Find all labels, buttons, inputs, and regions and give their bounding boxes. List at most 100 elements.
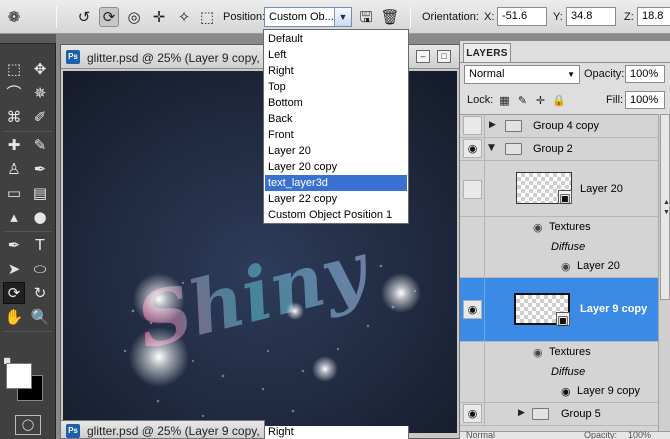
visibility-toggle-off[interactable] [463,180,482,199]
minimize-icon[interactable]: – [416,50,430,63]
position-label: Position: [223,11,266,23]
dropdown-option[interactable]: Layer 20 [265,143,407,159]
lock-all-icon[interactable]: 🔒 [552,94,566,107]
expand-arrow-icon[interactable]: ▶ [489,120,496,130]
save-position-icon[interactable]: 🖫 [356,7,376,27]
marquee-tool-icon[interactable]: ⬚ [3,58,25,80]
layers-tab[interactable]: LAYERS [463,43,511,63]
layer-name: Layer 20 [580,183,623,195]
3d-orbit-icon[interactable]: ◎ [124,7,144,27]
eye-icon[interactable]: ◉ [463,300,482,319]
zoom-tool-icon[interactable]: 🔍 [29,306,51,328]
tools-panel-grip[interactable] [0,34,56,44]
3d-slide-icon[interactable]: ✧ [174,7,194,27]
3d-rotate-tool-icon[interactable]: ⟳ [3,282,25,304]
lasso-tool-icon[interactable]: ⌒ [3,82,25,104]
gradient-tool-icon[interactable]: ▤ [29,182,51,204]
magic-wand-tool-icon[interactable]: ✵ [29,82,51,104]
y-field[interactable]: 34.8 [566,7,616,26]
eraser-tool-icon[interactable]: ▭ [3,182,25,204]
visibility-toggle-off[interactable] [463,116,482,135]
eye-icon[interactable]: ◉ [533,346,543,359]
lock-transparency-icon[interactable]: ▦ [498,94,511,107]
3d-rotate-icon[interactable]: ↺ [74,7,94,27]
eye-icon[interactable]: ◉ [463,139,482,158]
chevron-down-icon[interactable]: ▼ [334,8,351,26]
quick-mask-icon[interactable]: ◯ [15,415,41,435]
path-selection-tool-icon[interactable]: ➤ [3,258,25,280]
eye-icon[interactable]: ◉ [463,404,482,423]
dropdown-option[interactable]: Top [265,79,407,95]
dropdown-option[interactable]: Layer 22 copy [265,191,407,207]
texture-layer-row[interactable]: ◉ Layer 9 copy [460,382,670,403]
eyedropper-tool-icon[interactable]: ✐ [29,106,51,128]
pen-tool-icon[interactable]: ✒ [3,234,25,256]
dropdown-option[interactable]: Left [265,47,407,63]
eye-icon[interactable]: ◉ [533,221,543,234]
y-label: Y: [553,11,563,23]
folder-icon [505,143,522,155]
eye-icon[interactable]: ◉ [561,260,571,273]
position-select[interactable]: Custom Ob... ▼ [264,7,352,27]
crop-tool-icon[interactable]: ⌘ [3,106,25,128]
layers-scrollbar[interactable]: ▲ ▼ [658,114,670,439]
z-field[interactable]: 18.8 [637,7,670,26]
3d-camera-tool-icon[interactable]: ↻ [29,282,51,304]
textures-row[interactable]: ◉ Textures [460,217,670,239]
fill-field[interactable]: 100% [625,91,665,109]
ellipse-tool-icon[interactable]: ⬭ [29,258,51,280]
scrollbar-thumb[interactable]: ▲ ▼ [660,114,670,300]
tools-divider [4,131,52,132]
dropdown-option[interactable]: Back [265,111,407,127]
blur-tool-icon[interactable]: ▴ [3,206,25,228]
dropdown-overflow-option[interactable]: Right [264,426,409,439]
clone-stamp-tool-icon[interactable]: ♙ [3,158,25,180]
bottom-opacity-value[interactable]: 100% [628,430,651,439]
lock-pixels-icon[interactable]: ✎ [516,94,529,107]
type-tool-icon[interactable]: T [29,234,51,256]
3d-roll-icon[interactable]: ⟳ [99,7,119,27]
3d-pan-icon[interactable]: ✛ [149,7,169,27]
layer-row-layer-9-copy-selected[interactable]: ◉ ▣ Layer 9 copy [460,278,670,342]
dropdown-option-selected[interactable]: text_layer3d [265,175,407,191]
brush-tool-icon[interactable]: ✎ [29,134,51,156]
texture-layer-row[interactable]: ◉ Layer 20 [460,257,670,278]
dodge-tool-icon[interactable]: ● [29,206,51,228]
dropdown-option[interactable]: Right [265,63,407,79]
history-brush-tool-icon[interactable]: ✒ [29,158,51,180]
dropdown-option[interactable]: Custom Object Position 1 [265,207,407,223]
collapse-arrow-icon[interactable]: ▼ [488,143,495,153]
layer-row-group-4-copy[interactable]: ▶ Group 4 copy [460,115,670,138]
3d-tool-preset-icon[interactable]: ❁ [4,7,24,27]
dropdown-option[interactable]: Bottom [265,95,407,111]
second-document-tab[interactable]: Ps glitter.psd @ 25% (Layer 9 copy, RG [60,420,281,439]
3d-layer-icon: ▣ [558,190,572,205]
delete-position-icon[interactable]: 🗑 [380,7,400,27]
layer-row-group-5[interactable]: ◉ ▶ Group 5 [460,403,670,426]
x-field[interactable]: -51.6 [497,7,547,26]
layer-row-group-2[interactable]: ◉ ▼ Group 2 [460,138,670,161]
opacity-label: Opacity: [584,68,625,80]
bottom-blend-mode[interactable]: Normal [466,430,495,439]
textures-label: Textures [549,221,591,233]
eye-icon[interactable]: ◉ [561,385,571,398]
diffuse-label: Diffuse [551,241,586,253]
dropdown-option[interactable]: Front [265,127,407,143]
dropdown-option[interactable]: Default [265,31,407,47]
dropdown-option[interactable]: Layer 20 copy [265,159,407,175]
3d-scale-icon[interactable]: ⬚ [197,7,217,27]
textures-row[interactable]: ◉ Textures [460,342,670,364]
expand-arrow-icon[interactable]: ▶ [518,408,525,418]
healing-brush-tool-icon[interactable]: ✚ [3,134,25,156]
opacity-field[interactable]: 100% [625,65,665,83]
blend-mode-select[interactable]: Normal ▼ [464,65,580,84]
maximize-icon[interactable]: □ [437,50,451,63]
document-title: glitter.psd @ 25% (Layer 9 copy, RG [87,51,282,65]
scroll-grip-icon: ▼ [663,209,670,216]
move-tool-icon[interactable]: ✥ [29,58,51,80]
layer-row-layer-20[interactable]: ▣ Layer 20 [460,161,670,217]
lock-position-icon[interactable]: ✛ [534,94,547,107]
foreground-color-swatch[interactable] [6,363,32,389]
hand-tool-icon[interactable]: ✋ [3,306,25,328]
texture-layer-name: Layer 9 copy [577,385,640,397]
